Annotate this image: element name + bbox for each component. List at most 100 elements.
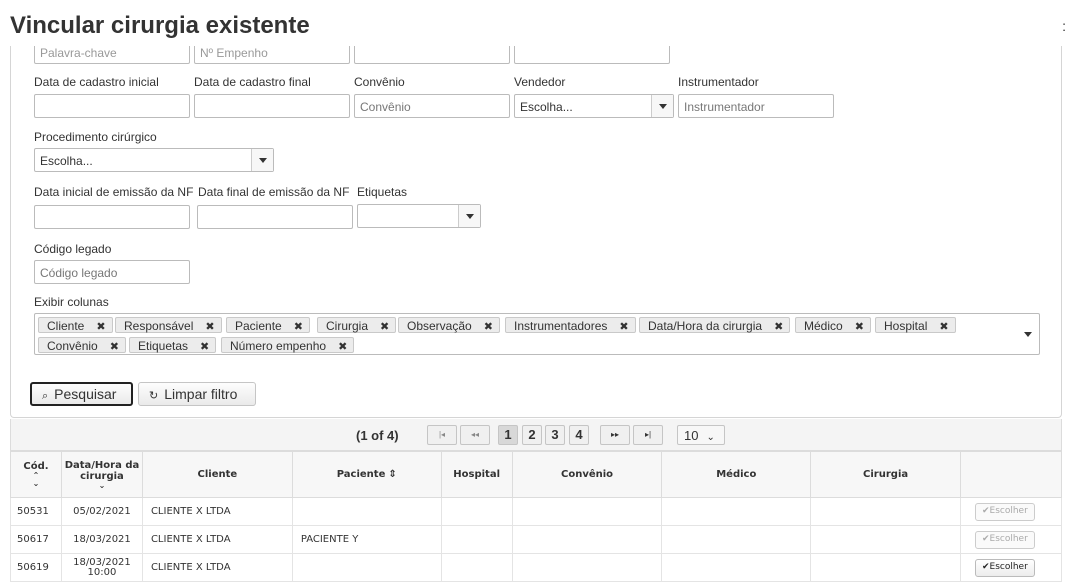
column-header-paciente[interactable]: Paciente ⇕: [291, 451, 442, 498]
sort-icon[interactable]: ⇕: [388, 469, 396, 480]
close-icon[interactable]: ✖: [774, 321, 783, 333]
cell-cirurgia: [810, 497, 961, 526]
cell-medico: [661, 497, 812, 526]
table-row: 50617 18/03/2021 CLIENTE X LTDA PACIENTE…: [10, 525, 1063, 554]
refresh-icon: ↻: [149, 390, 159, 402]
etiquetas-label: Etiquetas: [357, 185, 408, 199]
first-page-icon[interactable]: |◂: [427, 425, 457, 445]
check-icon: ✔: [981, 561, 990, 572]
chip-label: Observação: [407, 319, 472, 333]
chip-label: Data/Hora da cirurgia: [648, 319, 763, 333]
column-header-hospital: Hospital: [440, 451, 513, 498]
procedimento-label: Procedimento cirúrgico: [34, 130, 157, 144]
codigo-legado-label: Código legado: [34, 242, 112, 256]
vendedor-label: Vendedor: [514, 75, 566, 89]
emissao-final-input[interactable]: [197, 205, 353, 229]
choose-button[interactable]: ✔Escolher: [974, 502, 1035, 521]
data-cadastro-final-label: Data de cadastro final: [194, 75, 311, 89]
chevron-down-icon[interactable]: [651, 95, 673, 117]
instrumentador-input[interactable]: Instrumentador: [678, 94, 834, 118]
emissao-inicial-label: Data inicial de emissão da NF: [34, 185, 194, 199]
column-chip[interactable]: Médico ✖: [795, 317, 871, 333]
surgeries-table: Cód. ⌃ ⌄ Data/Hora da cirurgia ⌄ Cliente Pa…: [10, 451, 1063, 582]
close-icon[interactable]: ✖: [338, 341, 347, 353]
column-chip[interactable]: Paciente ✖: [226, 317, 310, 333]
column-chip[interactable]: Observação ✖: [398, 317, 500, 333]
page-button-1[interactable]: 1: [498, 425, 518, 445]
sort-icon[interactable]: ⌃ ⌄: [13, 472, 59, 488]
clear-filter-button[interactable]: ↻ Limpar filtro: [138, 382, 256, 406]
column-header-convenio: Convênio: [511, 451, 663, 498]
page-button-3[interactable]: 3: [545, 425, 565, 445]
choose-button[interactable]: ✔Escolher: [974, 558, 1035, 577]
search-button[interactable]: ⌕ Pesquisar: [30, 382, 133, 406]
cell-hospital: [440, 553, 513, 582]
chevron-down-icon[interactable]: [251, 149, 273, 171]
more-icon[interactable]: :: [1062, 18, 1066, 34]
chevron-down-icon[interactable]: [1017, 314, 1039, 354]
column-chip[interactable]: Etiquetas ✖: [129, 337, 217, 353]
cell-cirurgia: [810, 553, 961, 582]
rows-per-page-select[interactable]: 10 ⌄: [677, 425, 725, 445]
close-icon[interactable]: ✖: [484, 321, 493, 333]
search-button-label: Pesquisar: [54, 386, 117, 402]
page-button-4[interactable]: 4: [569, 425, 589, 445]
chip-label: Cliente: [47, 319, 85, 333]
etiquetas-select[interactable]: [357, 204, 481, 228]
column-chip[interactable]: Hospital ✖: [875, 317, 956, 333]
convenio-input[interactable]: Convênio: [354, 94, 510, 118]
header-label: Paciente: [336, 469, 386, 480]
emissao-final-label: Data final de emissão da NF: [198, 185, 350, 199]
data-cadastro-final-input[interactable]: [194, 94, 350, 118]
rows-per-page-value: 10: [684, 428, 699, 443]
close-icon[interactable]: ✖: [200, 341, 209, 353]
chip-label: Médico: [804, 319, 843, 333]
close-icon[interactable]: ✖: [855, 321, 864, 333]
column-header-cliente: Cliente: [141, 451, 293, 498]
cell-cod: 50617: [10, 525, 62, 554]
column-chip[interactable]: Cirurgia ✖: [317, 317, 397, 333]
check-icon: ✔: [981, 533, 990, 544]
choose-label: Escolher: [989, 533, 1028, 544]
close-icon[interactable]: ✖: [96, 321, 105, 333]
dialog-title: Vincular cirurgia existente: [10, 12, 310, 39]
column-chip[interactable]: Cliente ✖: [38, 317, 113, 333]
table-header-row: Cód. ⌃ ⌄ Data/Hora da cirurgia ⌄ Cliente Pa…: [10, 451, 1063, 498]
chevron-down-icon[interactable]: [458, 205, 480, 227]
cell-cliente: CLIENTE X LTDA: [141, 497, 293, 526]
column-chip[interactable]: Número empenho ✖: [221, 337, 355, 353]
column-header-data-hora[interactable]: Data/Hora da cirurgia ⌄: [60, 451, 143, 498]
column-header-cod[interactable]: Cód. ⌃ ⌄: [10, 451, 62, 498]
close-icon[interactable]: ✖: [939, 321, 948, 333]
cell-paciente: [291, 553, 442, 582]
choose-button[interactable]: ✔Escolher: [974, 530, 1035, 549]
column-chip[interactable]: Data/Hora da cirurgia ✖: [639, 317, 791, 333]
column-chip[interactable]: Instrumentadores ✖: [505, 317, 636, 333]
next-page-icon[interactable]: ▸▸: [600, 425, 630, 445]
column-chip[interactable]: Convênio ✖: [38, 337, 126, 353]
data-cadastro-inicial-label: Data de cadastro inicial: [34, 75, 159, 89]
prev-page-icon[interactable]: ◂◂: [460, 425, 490, 445]
close-icon[interactable]: ✖: [380, 321, 389, 333]
cell-convenio: [511, 497, 663, 526]
cell-paciente: [291, 497, 442, 526]
data-cadastro-inicial-input[interactable]: [34, 94, 190, 118]
check-icon: ✔: [981, 505, 990, 516]
exibir-colunas-multiselect[interactable]: Cliente ✖ Responsável ✖ Paciente ✖ Cirurgia…: [34, 313, 1040, 355]
column-chip[interactable]: Responsável ✖: [115, 317, 222, 333]
close-icon[interactable]: ✖: [294, 321, 303, 333]
vendedor-select[interactable]: Escolha...: [514, 94, 674, 118]
codigo-legado-input[interactable]: Código legado: [34, 260, 190, 284]
page-button-2[interactable]: 2: [522, 425, 542, 445]
close-icon[interactable]: ✖: [205, 321, 214, 333]
sort-icon[interactable]: ⌄: [64, 481, 140, 490]
paginator: (1 of 4) |◂ ◂◂ 1 2 3 4 ▸▸ ▸| 10 ⌄: [10, 419, 1062, 451]
close-icon[interactable]: ✖: [619, 321, 628, 333]
cell-hospital: [440, 525, 513, 554]
chip-label: Convênio: [47, 339, 98, 353]
procedimento-select[interactable]: Escolha...: [34, 148, 274, 172]
cell-data: 18/03/2021: [60, 525, 143, 554]
emissao-inicial-input[interactable]: [34, 205, 190, 229]
last-page-icon[interactable]: ▸|: [633, 425, 663, 445]
close-icon[interactable]: ✖: [110, 341, 119, 353]
